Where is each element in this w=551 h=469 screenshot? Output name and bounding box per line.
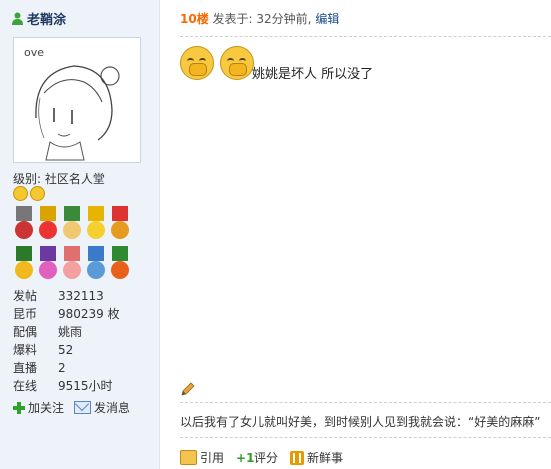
edit-link[interactable]: 编辑 — [315, 12, 339, 26]
stat-posts: 发帖 332113 — [13, 287, 120, 305]
add-follow-button[interactable]: 加关注 — [13, 399, 64, 416]
divider — [180, 36, 551, 37]
smiley-icon — [13, 186, 28, 201]
cover-mouth-emoji-icon — [180, 46, 214, 80]
stat-label: 直播 — [13, 361, 38, 375]
stat-label: 发帖 — [13, 289, 38, 303]
medal-icon[interactable] — [85, 246, 107, 280]
quote-icon — [180, 450, 197, 465]
stat-live: 直播 2 — [13, 359, 120, 377]
rate-icon: +1 — [236, 450, 255, 465]
user-icon — [12, 12, 23, 25]
pencil-icon — [181, 382, 195, 396]
level-label: 级别: — [13, 172, 42, 186]
stat-value: 9515小时 — [58, 379, 113, 393]
cover-mouth-emoji-icon — [220, 46, 254, 80]
medal-icon[interactable] — [13, 246, 35, 280]
stat-label: 配偶 — [13, 325, 38, 339]
username-text: 老鞘涂 — [27, 13, 67, 28]
divider — [180, 402, 551, 403]
smiley-icon — [30, 186, 45, 201]
stat-online: 在线 9515小时 — [13, 377, 120, 395]
medal-icon[interactable] — [61, 246, 83, 280]
post-header: 10楼 发表于: 32分钟前, 编辑 — [180, 10, 339, 27]
medal-icon[interactable] — [37, 246, 59, 280]
stat-value: 332113 — [58, 289, 104, 303]
post-body: 姚姚是坏人 所以没了 — [252, 67, 374, 82]
stat-value: 2 — [58, 361, 66, 375]
stat-label: 在线 — [13, 379, 38, 393]
stat-value: 980239 枚 — [58, 307, 120, 321]
level-value: 社区名人堂 — [44, 172, 105, 186]
avatar[interactable]: ove — [13, 37, 141, 163]
user-stats: 发帖 332113 昆币 980239 枚 配偶 姚雨 爆料 52 直播 2 在线 9515… — [13, 287, 120, 395]
floor-number[interactable]: 10楼 — [180, 12, 209, 26]
news-button[interactable]: 新鲜事 — [290, 449, 343, 466]
medal-icon[interactable] — [61, 206, 83, 240]
news-icon — [290, 450, 305, 465]
post-actions: 引用 +1 评分 新鲜事 — [180, 449, 343, 466]
rate-button[interactable]: +1 评分 — [236, 449, 278, 466]
add-follow-label: 加关注 — [28, 401, 65, 415]
news-label: 新鲜事 — [307, 451, 344, 465]
send-message-button[interactable]: 发消息 — [74, 399, 130, 416]
stat-value: 姚雨 — [58, 325, 83, 339]
user-actions: 加关注 发消息 — [13, 399, 130, 416]
stat-scoops: 爆料 52 — [13, 341, 120, 359]
stat-label: 爆料 — [13, 343, 38, 357]
medal-icon[interactable] — [109, 206, 131, 240]
rate-label: 评分 — [254, 451, 279, 465]
medal-icon[interactable] — [37, 206, 59, 240]
stat-label: 昆币 — [13, 307, 38, 321]
quote-button[interactable]: 引用 — [180, 449, 224, 466]
send-message-label: 发消息 — [94, 401, 131, 415]
stat-coins: 昆币 980239 枚 — [13, 305, 120, 323]
medal-grid — [13, 206, 133, 280]
quote-label: 引用 — [200, 451, 225, 465]
medal-icon[interactable] — [85, 206, 107, 240]
stat-value: 52 — [58, 343, 74, 357]
username[interactable]: 老鞘涂 — [12, 9, 66, 28]
avatar-caption: ove — [24, 46, 44, 59]
medal-icon[interactable] — [109, 246, 131, 280]
signature: 以后我有了女儿就叫好美，到时候别人见到我就会说：“好美的麻麻” — [180, 415, 541, 429]
posted-prefix: 发表于: — [212, 12, 257, 26]
post-time: 32分钟前 — [256, 12, 308, 26]
user-sidebar: 老鞘涂 ove 级别: 社区名人堂 发帖 332113 昆币 980239 枚 … — [0, 0, 160, 469]
mail-icon — [74, 401, 92, 414]
plus-icon — [13, 401, 25, 414]
avatar-drawing: ove — [24, 46, 120, 161]
stat-spouse: 配偶 姚雨 — [13, 323, 120, 341]
user-level: 级别: 社区名人堂 — [13, 170, 105, 187]
post-content: 10楼 发表于: 32分钟前, 编辑 姚姚是坏人 所以没了 以后我有了女儿就叫好… — [160, 0, 551, 469]
medal-icon[interactable] — [13, 206, 35, 240]
emoticons — [180, 46, 254, 80]
divider — [180, 437, 551, 438]
level-icons — [13, 186, 45, 201]
